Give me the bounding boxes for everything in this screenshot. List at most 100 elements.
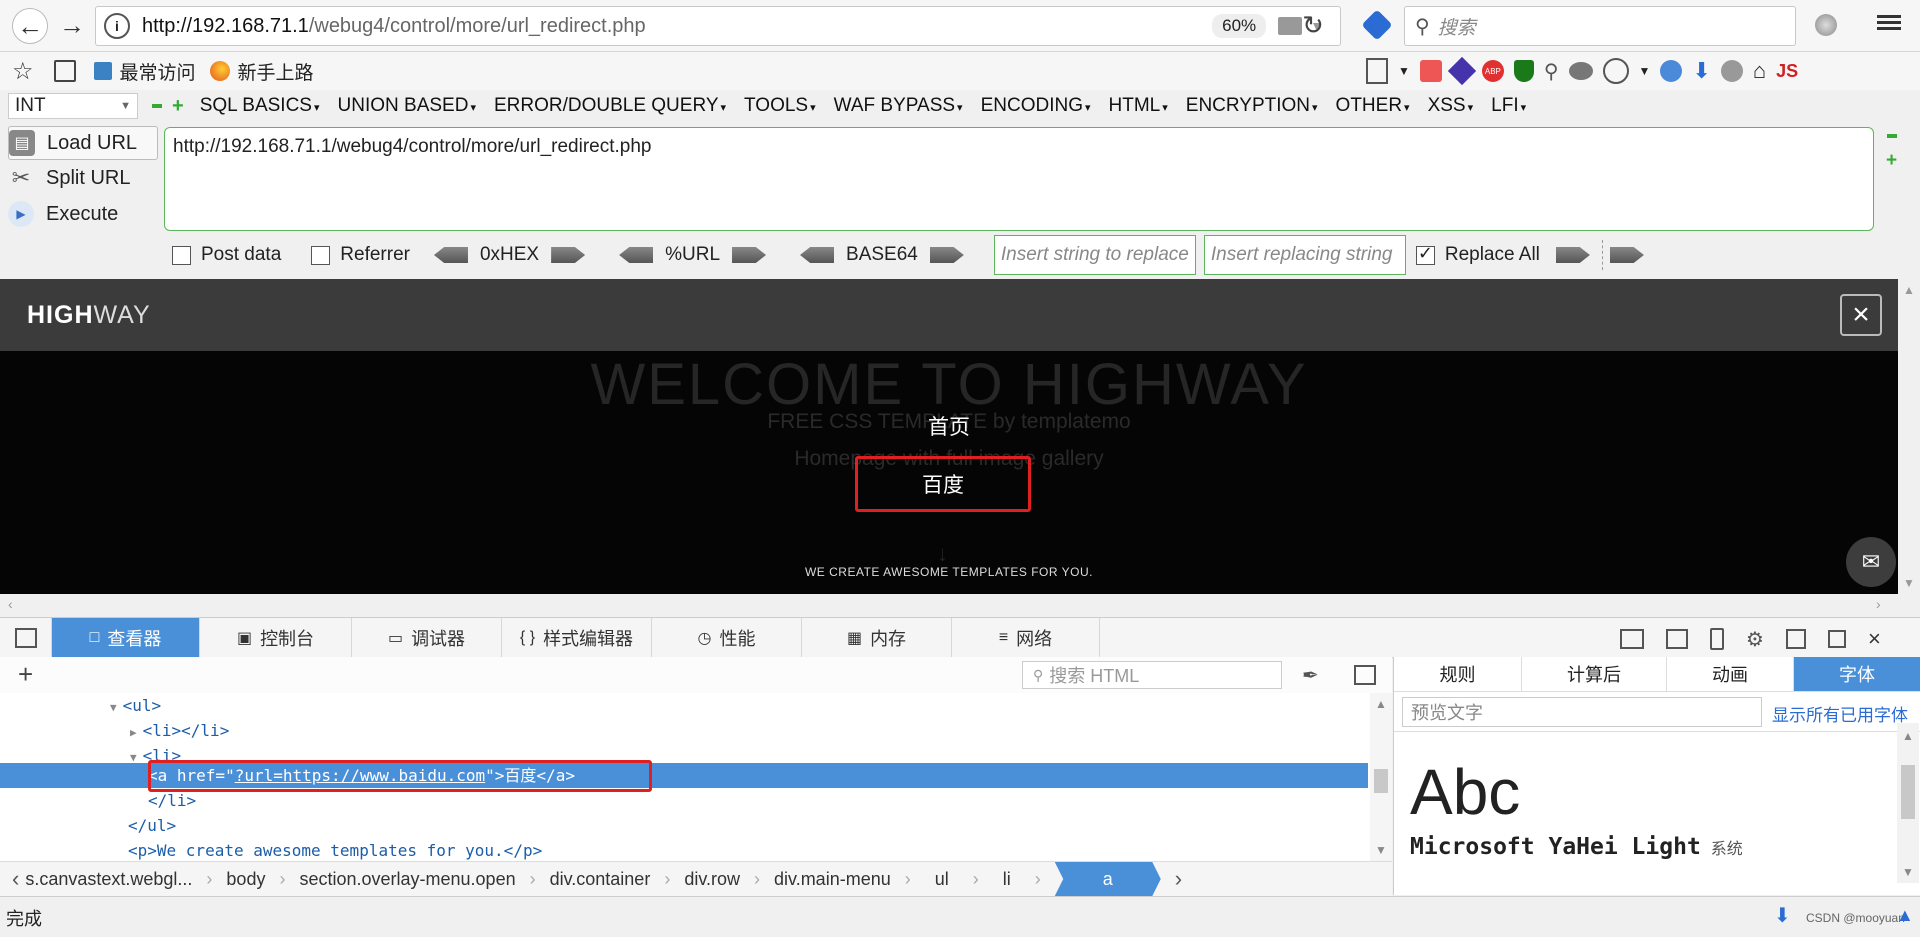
scroll-up-icon[interactable]: ▲ [1897, 729, 1919, 743]
privacy-icon[interactable] [1568, 62, 1593, 80]
replace-arrow-icon[interactable] [1555, 247, 1590, 263]
forward-button[interactable]: → [55, 8, 89, 42]
plus-icon[interactable]: + [1886, 150, 1897, 172]
bookmark-getting-started[interactable]: 新手上路 [209, 58, 314, 85]
download-icon[interactable]: ⬇ [1692, 58, 1710, 84]
scroll-left-icon[interactable]: ‹ [8, 596, 13, 612]
site-logo[interactable]: HIGHWAY [27, 301, 151, 330]
url-encode-arrow-icon[interactable] [732, 247, 767, 263]
tab-inspector[interactable]: □ 查看器 [52, 618, 200, 657]
avatar-icon[interactable] [1720, 60, 1743, 82]
collapse-arrow-icon[interactable]: ▶ [130, 726, 137, 739]
search-bar[interactable]: ⚲ 搜索 [1404, 6, 1796, 46]
replace-all-checkbox[interactable] [1415, 243, 1435, 265]
url-bar[interactable]: i http://192.168.71.1/webug4/control/mor… [95, 6, 1341, 46]
markup-line[interactable]: ▼ <ul> [110, 693, 161, 718]
load-url-button[interactable]: ▤ Load URL [8, 126, 158, 160]
menu-button[interactable] [1877, 12, 1901, 33]
js-icon[interactable]: JS [1776, 61, 1798, 82]
menu-lfi[interactable]: LFI [1491, 95, 1526, 117]
dock-icon[interactable] [1785, 629, 1806, 649]
tab-style-editor[interactable]: { } 样式编辑器 [502, 618, 652, 657]
search-html-input[interactable]: ⚲ 搜索 HTML [1022, 661, 1282, 689]
scroll-thumb[interactable] [1901, 765, 1915, 819]
split-url-button[interactable]: ✂ Split URL [8, 162, 156, 194]
star-icon[interactable]: ☆ [12, 57, 34, 86]
menu-sql-basics[interactable]: SQL BASICS [200, 95, 320, 117]
post-data-checkbox[interactable] [172, 245, 191, 265]
breadcrumb-item[interactable]: section.overlay-menu.open [299, 862, 515, 896]
markup-scrollbar[interactable]: ▲ ▼ [1370, 693, 1392, 861]
menu-encryption[interactable]: ENCRYPTION [1186, 95, 1318, 117]
scroll-right-icon[interactable]: › [1876, 596, 1881, 612]
menu-error-double-query[interactable]: ERROR/DOUBLE QUERY [494, 95, 726, 117]
page-horizontal-scrollbar[interactable]: ‹ › [0, 594, 1920, 616]
responsive-icon[interactable] [1710, 628, 1724, 650]
dropdown-arrow-icon[interactable]: ▼ [1398, 64, 1410, 78]
markup-line[interactable]: ▶ <li></li> [130, 718, 229, 743]
hackbar-extension-icon[interactable] [1419, 60, 1442, 82]
eyedropper-icon[interactable]: ✒ [1302, 663, 1319, 688]
stack-icon[interactable] [1447, 56, 1477, 86]
bookmark-star-icon[interactable] [1361, 9, 1393, 41]
expand-arrow-icon[interactable]: ▼ [110, 701, 117, 714]
scroll-down-icon[interactable]: ↓ [937, 541, 948, 567]
hex-encode-arrow-icon[interactable] [551, 247, 586, 263]
palette-icon[interactable] [1602, 58, 1629, 84]
breadcrumb-item[interactable]: li [993, 862, 1021, 896]
menu-item-home[interactable]: 首页 [0, 411, 1898, 441]
show-all-fonts-link[interactable]: 显示所有已用字体 [1772, 701, 1908, 726]
tab-computed[interactable]: 计算后 [1522, 657, 1667, 691]
minus-icon[interactable] [152, 104, 162, 108]
tab-network[interactable]: ≡ 网络 [952, 618, 1100, 657]
breadcrumb-item-selected[interactable]: a [1054, 862, 1161, 896]
tab-rules[interactable]: 规则 [1394, 657, 1522, 691]
settings-icon[interactable]: ⚙ [1746, 627, 1764, 652]
markup-line[interactable]: <p>We create awesome templates for you.<… [128, 838, 542, 863]
tab-memory[interactable]: ▦ 内存 [802, 618, 952, 657]
breadcrumb-left-icon[interactable]: ‹ [12, 866, 19, 892]
chat-button[interactable]: ✉ [1846, 537, 1896, 587]
execute-button[interactable]: ▶ Execute [8, 198, 156, 230]
menu-xss[interactable]: XSS [1428, 95, 1474, 117]
menu-tools[interactable]: TOOLS [744, 95, 816, 117]
back-button[interactable]: ← [12, 8, 48, 44]
frame-icon[interactable] [1666, 629, 1688, 649]
referrer-checkbox[interactable] [311, 245, 331, 265]
scroll-down-icon[interactable]: ▼ [1898, 576, 1920, 590]
magnifier-icon[interactable]: ⚲ [1544, 59, 1559, 84]
gear-icon[interactable] [1815, 14, 1837, 36]
breadcrumb-item[interactable]: div.container [550, 862, 651, 896]
download-icon[interactable]: ⬇ [1774, 903, 1791, 928]
scroll-down-icon[interactable]: ▼ [1370, 843, 1392, 857]
hex-decode-arrow-icon[interactable] [433, 247, 468, 263]
breadcrumb-right-icon[interactable]: › [1175, 866, 1182, 892]
undock-icon[interactable] [1827, 630, 1846, 648]
breadcrumb-item[interactable]: div.main-menu [774, 862, 891, 896]
menu-encoding[interactable]: ENCODING [981, 95, 1091, 117]
reload-button[interactable]: ↻ [1296, 8, 1330, 42]
breadcrumb-item[interactable]: body [226, 862, 265, 896]
page-vertical-scrollbar[interactable]: ▲ ▼ [1898, 279, 1920, 594]
scroll-up-icon[interactable]: ▲ [1898, 283, 1920, 297]
tab-animations[interactable]: 动画 [1667, 657, 1794, 691]
menu-waf-bypass[interactable]: WAF BYPASS [834, 95, 963, 117]
scroll-down-icon[interactable]: ▼ [1897, 865, 1919, 879]
markup-line[interactable]: </ul> [128, 813, 176, 838]
type-select[interactable]: INT ▼ [8, 93, 138, 119]
adblock-icon[interactable]: ABP [1481, 60, 1504, 82]
replacing-string-input[interactable]: Insert replacing string [1203, 235, 1406, 275]
element-picker-button[interactable] [0, 618, 52, 657]
dropdown-arrow-icon[interactable]: ▼ [1639, 64, 1651, 78]
base64-decode-arrow-icon[interactable] [800, 247, 835, 263]
globe-icon[interactable] [1660, 60, 1683, 82]
scroll-up-icon[interactable]: ▲ [1370, 697, 1392, 711]
bookmark-most-visited[interactable]: 最常访问 [93, 58, 196, 85]
menu-html[interactable]: HTML [1109, 95, 1168, 117]
add-node-icon[interactable]: + [18, 659, 33, 690]
page-icon[interactable] [1366, 58, 1388, 84]
toggle-sidebar-icon[interactable] [1354, 665, 1376, 685]
info-icon[interactable]: i [104, 13, 130, 39]
tab-debugger[interactable]: ▭ 调试器 [352, 618, 502, 657]
menu-union-based[interactable]: UNION BASED [338, 95, 476, 117]
